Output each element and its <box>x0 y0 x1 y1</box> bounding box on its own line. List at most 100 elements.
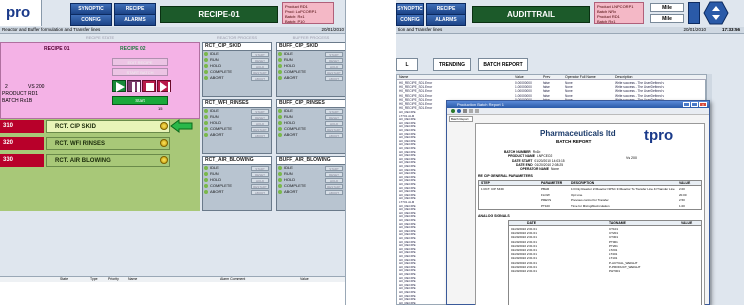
process-action-button[interactable]: RESET <box>325 171 343 177</box>
process-action-button[interactable]: RESET <box>251 57 269 63</box>
user-button[interactable]: Mile <box>650 3 684 12</box>
col-value: VALUE <box>681 221 693 225</box>
process-action-button[interactable]: ABORT <box>325 189 343 195</box>
skip-icon[interactable] <box>157 80 171 92</box>
col-state[interactable]: State <box>60 277 68 282</box>
process-action-button[interactable]: START <box>251 108 269 114</box>
process-state-label: COMPLETE <box>284 183 307 188</box>
col-alarm-comment[interactable]: Alarm Comment <box>220 277 245 282</box>
process-panel-title: RCT_CIP_SKID <box>203 43 271 51</box>
state-led-icon <box>278 190 282 194</box>
process-action-button[interactable]: RESTART <box>251 183 269 189</box>
batch-report-button[interactable]: BATCH REPORT <box>478 58 528 71</box>
step-row-rct-wfi-rinses[interactable]: RCT. WFI RINSES <box>46 137 170 150</box>
col-name[interactable]: Name <box>399 75 408 80</box>
process-state-row: ABORT ABORT <box>277 132 345 138</box>
tab-batch-report[interactable]: Batch Report <box>449 116 473 122</box>
play-icon[interactable] <box>112 80 126 92</box>
col-prev[interactable]: Prev <box>543 75 550 80</box>
user-button[interactable]: Mile <box>650 14 684 23</box>
print-icon[interactable] <box>463 109 467 113</box>
tab-recipe-02[interactable]: RECIPE 02 <box>120 46 146 52</box>
maximize-icon[interactable] <box>691 102 698 107</box>
process-action-button[interactable]: RESET <box>251 171 269 177</box>
export-icon[interactable] <box>469 109 473 113</box>
nav-config-button[interactable]: CONFIG <box>70 14 112 26</box>
minimize-icon[interactable] <box>683 102 690 107</box>
process-panel: BUFF_CIP_SKID IDLE START RUN RESET HOLD HOLD CO… <box>276 42 345 97</box>
product-line: Batch Rx1 <box>597 19 616 24</box>
close-icon[interactable]: × <box>699 102 707 107</box>
nav-config-button[interactable]: CONFIG <box>396 14 424 26</box>
process-action-button[interactable]: ABORT <box>325 132 343 138</box>
stop-icon[interactable] <box>142 80 156 92</box>
process-action-button[interactable]: ABORT <box>251 132 269 138</box>
process-action-button[interactable]: HOLD <box>325 120 343 126</box>
col-operator[interactable]: Operator Full Name <box>565 75 596 80</box>
tab-recipe-01[interactable]: RECIPE 01 <box>44 46 70 52</box>
process-action-button[interactable]: HOLD <box>251 63 269 69</box>
forward-icon[interactable] <box>457 109 461 113</box>
step-row-rct-cip-skid[interactable]: RCT. CIP SKID <box>46 120 170 133</box>
hexagon-nav-icon[interactable] <box>703 1 729 25</box>
side-toggle-button[interactable] <box>688 2 700 24</box>
process-action-button[interactable]: START <box>251 165 269 171</box>
process-action-button[interactable]: RESTART <box>251 126 269 132</box>
col-value[interactable]: Value <box>515 75 524 80</box>
step-row-rct-air-blowing[interactable]: RCT. AIR BLOWING <box>46 154 170 167</box>
process-action-button[interactable]: ABORT <box>251 75 269 81</box>
col-priority[interactable]: Priority <box>108 277 119 282</box>
edit-recipe-button[interactable]: EDIT RECIPE <box>112 58 168 66</box>
report-field-value: None <box>551 167 559 172</box>
process-state-label: RUN <box>210 171 219 176</box>
col-value: VALUE <box>679 181 691 185</box>
zoom-icon[interactable] <box>475 109 479 113</box>
logo-text: pro <box>6 4 31 21</box>
process-action-button[interactable]: START <box>325 51 343 57</box>
col-type[interactable]: Type <box>90 277 98 282</box>
process-panel: BUFF_CIP_RINSES IDLE START RUN RESET HOLD HOLD… <box>276 99 345 154</box>
pause-icon[interactable] <box>127 80 141 92</box>
process-action-button[interactable]: START <box>251 51 269 57</box>
left-tab-button[interactable]: L <box>396 58 418 71</box>
process-action-button[interactable]: RESTART <box>251 69 269 75</box>
process-action-button[interactable]: HOLD <box>251 177 269 183</box>
state-led-icon <box>278 166 282 170</box>
product-info-box: Product LNPCORP1 Batch NRx Product RD1 B… <box>594 2 644 24</box>
process-action-button[interactable]: HOLD <box>325 63 343 69</box>
process-action-button[interactable]: RESET <box>325 57 343 63</box>
process-action-button[interactable]: HOLD <box>251 120 269 126</box>
start-button[interactable]: Start <box>112 96 168 105</box>
nav-alarms-button[interactable]: ALARMS <box>426 14 466 26</box>
params-table: STEP PARAMETER DESCRIPTION VALUE 1 RCT. … <box>478 180 702 210</box>
screen-title: RECIPE-01 <box>160 6 278 23</box>
logo: pro <box>0 0 42 26</box>
col-description[interactable]: Description <box>615 75 633 80</box>
state-led-icon <box>204 70 208 74</box>
params-header: STEP PARAMETER DESCRIPTION VALUE <box>479 181 701 186</box>
process-state-label: HOLD <box>284 63 296 68</box>
process-action-button[interactable]: START <box>325 165 343 171</box>
nav-alarms-button[interactable]: ALARMS <box>114 14 156 26</box>
col-value[interactable]: Value <box>300 277 309 282</box>
process-action-button[interactable]: RESET <box>325 114 343 120</box>
start-batch-button[interactable]: START BATCH <box>112 68 168 76</box>
process-panel-title: BUFF_AIR_BLOWING <box>277 157 345 165</box>
process-action-button[interactable]: HOLD <box>325 177 343 183</box>
process-action-button[interactable]: RESTART <box>325 126 343 132</box>
param-description: 1=Only Reactor 2=Reactor NPSC 3=Reactor … <box>571 187 675 191</box>
trending-button[interactable]: TRENDING <box>433 58 471 71</box>
process-action-button[interactable]: ABORT <box>325 75 343 81</box>
col-name[interactable]: Name <box>128 277 137 282</box>
process-action-button[interactable]: RESTART <box>325 183 343 189</box>
process-action-button[interactable]: RESET <box>251 114 269 120</box>
back-icon[interactable] <box>451 109 455 113</box>
process-state-label: IDLE <box>210 51 219 56</box>
col-date: DATE <box>527 221 536 225</box>
process-action-button[interactable]: RESTART <box>325 69 343 75</box>
process-action-button[interactable]: ABORT <box>251 189 269 195</box>
report-fields: BATCH NUMBER Rx1b PRODUCT NAME LNPCEO2 DATE … <box>484 150 624 171</box>
process-panel-title: BUFF_CIP_SKID <box>277 43 345 51</box>
process-action-button[interactable]: START <box>325 108 343 114</box>
process-state-label: ABORT <box>284 132 298 137</box>
